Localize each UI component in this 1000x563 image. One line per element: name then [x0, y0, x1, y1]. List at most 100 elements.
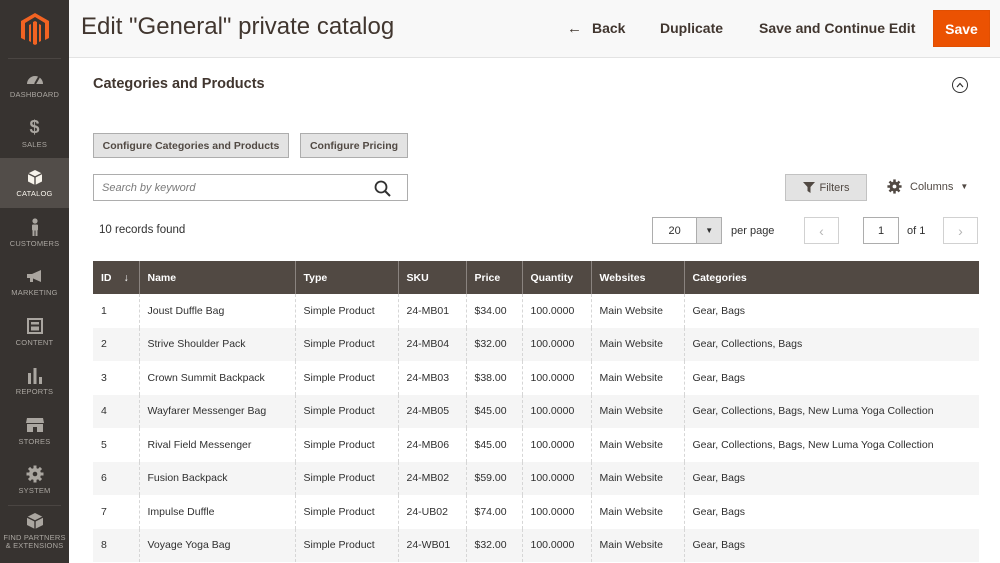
column-header-id[interactable]: ID ↓ — [93, 261, 139, 294]
search-icon[interactable] — [374, 180, 391, 202]
columns-button[interactable]: Columns ▼ — [887, 179, 968, 194]
back-button[interactable]: ← Back — [567, 10, 625, 46]
cell-name: Joust Duffle Bag — [138, 294, 295, 328]
sidebar-item-sales[interactable]: $ SALES — [0, 109, 69, 159]
sidebar-item-system[interactable]: SYSTEM — [0, 455, 69, 505]
sidebar-item-label: MARKETING — [11, 288, 58, 298]
cell-price: $32.00 — [465, 327, 522, 361]
cell-type: Simple Product — [294, 495, 398, 529]
save-button[interactable]: Save — [933, 10, 990, 47]
column-header-categories[interactable]: Categories — [683, 261, 979, 294]
sidebar-item-find-partners[interactable]: FIND PARTNERS & EXTENSIONS — [0, 506, 69, 556]
per-page-select[interactable]: 20 ▼ — [652, 217, 722, 244]
duplicate-button[interactable]: Duplicate — [660, 10, 723, 46]
cell-type: Simple Product — [294, 327, 398, 361]
cell-quantity: 100.0000 — [521, 428, 591, 462]
configure-categories-button[interactable]: Configure Categories and Products — [93, 133, 289, 158]
column-header-quantity[interactable]: Quantity — [521, 261, 591, 294]
magento-logo-icon[interactable] — [0, 0, 69, 58]
cell-categories: Gear, Bags — [683, 461, 979, 495]
cell-type: Simple Product — [294, 428, 398, 462]
cell-quantity: 100.0000 — [521, 528, 591, 562]
table-row[interactable]: 1 Joust Duffle Bag Simple Product 24-MB01 $3… — [93, 294, 979, 328]
cell-id: 4 — [93, 394, 139, 428]
column-header-price[interactable]: Price — [465, 261, 522, 294]
page-total-label: of 1 — [907, 225, 926, 237]
cell-type: Simple Product — [294, 461, 398, 495]
cell-websites: Main Website — [590, 294, 684, 328]
cell-type: Simple Product — [294, 528, 398, 562]
sidebar-item-dashboard[interactable]: DASHBOARD — [0, 59, 69, 109]
caret-down-icon: ▼ — [960, 182, 969, 191]
cell-categories: Gear, Collections, Bags, New Luma Yoga C… — [683, 394, 979, 428]
cell-sku: 24-MB01 — [397, 294, 466, 328]
sidebar-item-reports[interactable]: REPORTS — [0, 356, 69, 406]
column-header-websites[interactable]: Websites — [590, 261, 684, 294]
dashboard-icon — [26, 68, 44, 88]
cell-type: Simple Product — [294, 394, 398, 428]
configure-pricing-button[interactable]: Configure Pricing — [300, 133, 408, 158]
cell-type: Simple Product — [294, 294, 398, 328]
caret-down-icon[interactable]: ▼ — [696, 218, 721, 243]
cell-name: Rival Field Messenger — [138, 428, 295, 462]
dollar-icon: $ — [29, 117, 40, 138]
sidebar-item-marketing[interactable]: MARKETING — [0, 257, 69, 307]
column-header-name[interactable]: Name — [138, 261, 295, 294]
search-input[interactable] — [102, 181, 362, 194]
column-header-sku[interactable]: SKU — [397, 261, 466, 294]
cell-websites: Main Website — [590, 461, 684, 495]
bar-chart-icon — [27, 365, 43, 385]
cell-price: $38.00 — [465, 361, 522, 395]
funnel-icon — [802, 182, 815, 193]
chevron-right-icon: › — [958, 222, 963, 239]
cell-quantity: 100.0000 — [521, 461, 591, 495]
sidebar-label-line: & EXTENSIONS — [5, 540, 64, 550]
cell-name: Wayfarer Messenger Bag — [138, 394, 295, 428]
sidebar-item-catalog[interactable]: CATALOG — [0, 158, 69, 208]
sidebar-item-label: STORES — [18, 436, 51, 446]
cell-sku: 24-MB06 — [397, 428, 466, 462]
table-row[interactable]: 4 Wayfarer Messenger Bag Simple Product 24-… — [93, 394, 979, 428]
table-row[interactable]: 7 Impulse Duffle Simple Product 24-UB02 $74.… — [93, 495, 979, 529]
cell-quantity: 100.0000 — [521, 495, 591, 529]
sidebar-item-content[interactable]: CONTENT — [0, 307, 69, 357]
sidebar-item-customers[interactable]: CUSTOMERS — [0, 208, 69, 258]
cell-quantity: 100.0000 — [521, 361, 591, 395]
next-page-button[interactable]: › — [943, 217, 978, 244]
records-count: 10 records found — [99, 224, 186, 236]
cell-name: Voyage Yoga Bag — [138, 528, 295, 562]
filters-button[interactable]: Filters — [785, 174, 867, 201]
cell-id: 6 — [93, 461, 139, 495]
column-header-label: ID — [101, 271, 112, 284]
cell-categories: Gear, Bags — [683, 361, 979, 395]
cell-websites: Main Website — [590, 528, 684, 562]
page-number-input[interactable]: 1 — [863, 217, 899, 244]
per-page-label: per page — [731, 225, 775, 237]
collapse-up-icon[interactable] — [952, 77, 968, 93]
cell-price: $74.00 — [465, 495, 522, 529]
box-icon — [27, 167, 43, 187]
cell-name: Strive Shoulder Pack — [138, 327, 295, 361]
cell-websites: Main Website — [590, 428, 684, 462]
gear-icon — [887, 179, 902, 194]
cell-websites: Main Website — [590, 394, 684, 428]
sidebar-item-label: FIND PARTNERS & EXTENSIONS — [3, 533, 65, 550]
table-row[interactable]: 6 Fusion Backpack Simple Product 24-MB02 $59… — [93, 461, 979, 495]
save-and-continue-button[interactable]: Save and Continue Edit — [759, 10, 915, 46]
table-body: 1 Joust Duffle Bag Simple Product 24-MB01 $3… — [93, 294, 979, 562]
column-header-type[interactable]: Type — [294, 261, 398, 294]
sidebar-item-label: DASHBOARD — [9, 90, 60, 100]
cell-price: $59.00 — [465, 461, 522, 495]
cube-icon — [26, 511, 44, 531]
cell-name: Crown Summit Backpack — [138, 361, 295, 395]
sidebar-item-stores[interactable]: STORES — [0, 406, 69, 456]
previous-page-button[interactable]: ‹ — [804, 217, 839, 244]
table-row[interactable]: 2 Strive Shoulder Pack Simple Product 24-MB… — [93, 327, 979, 361]
cell-type: Simple Product — [294, 361, 398, 395]
table-row[interactable]: 5 Rival Field Messenger Simple Product 24-M… — [93, 428, 979, 462]
table-row[interactable]: 3 Crown Summit Backpack Simple Product 24-M… — [93, 361, 979, 395]
table-row[interactable]: 8 Voyage Yoga Bag Simple Product 24-WB01 $32… — [93, 528, 979, 562]
sidebar-item-label: SALES — [21, 139, 48, 149]
cell-categories: Gear, Collections, Bags — [683, 327, 979, 361]
cell-price: $45.00 — [465, 394, 522, 428]
